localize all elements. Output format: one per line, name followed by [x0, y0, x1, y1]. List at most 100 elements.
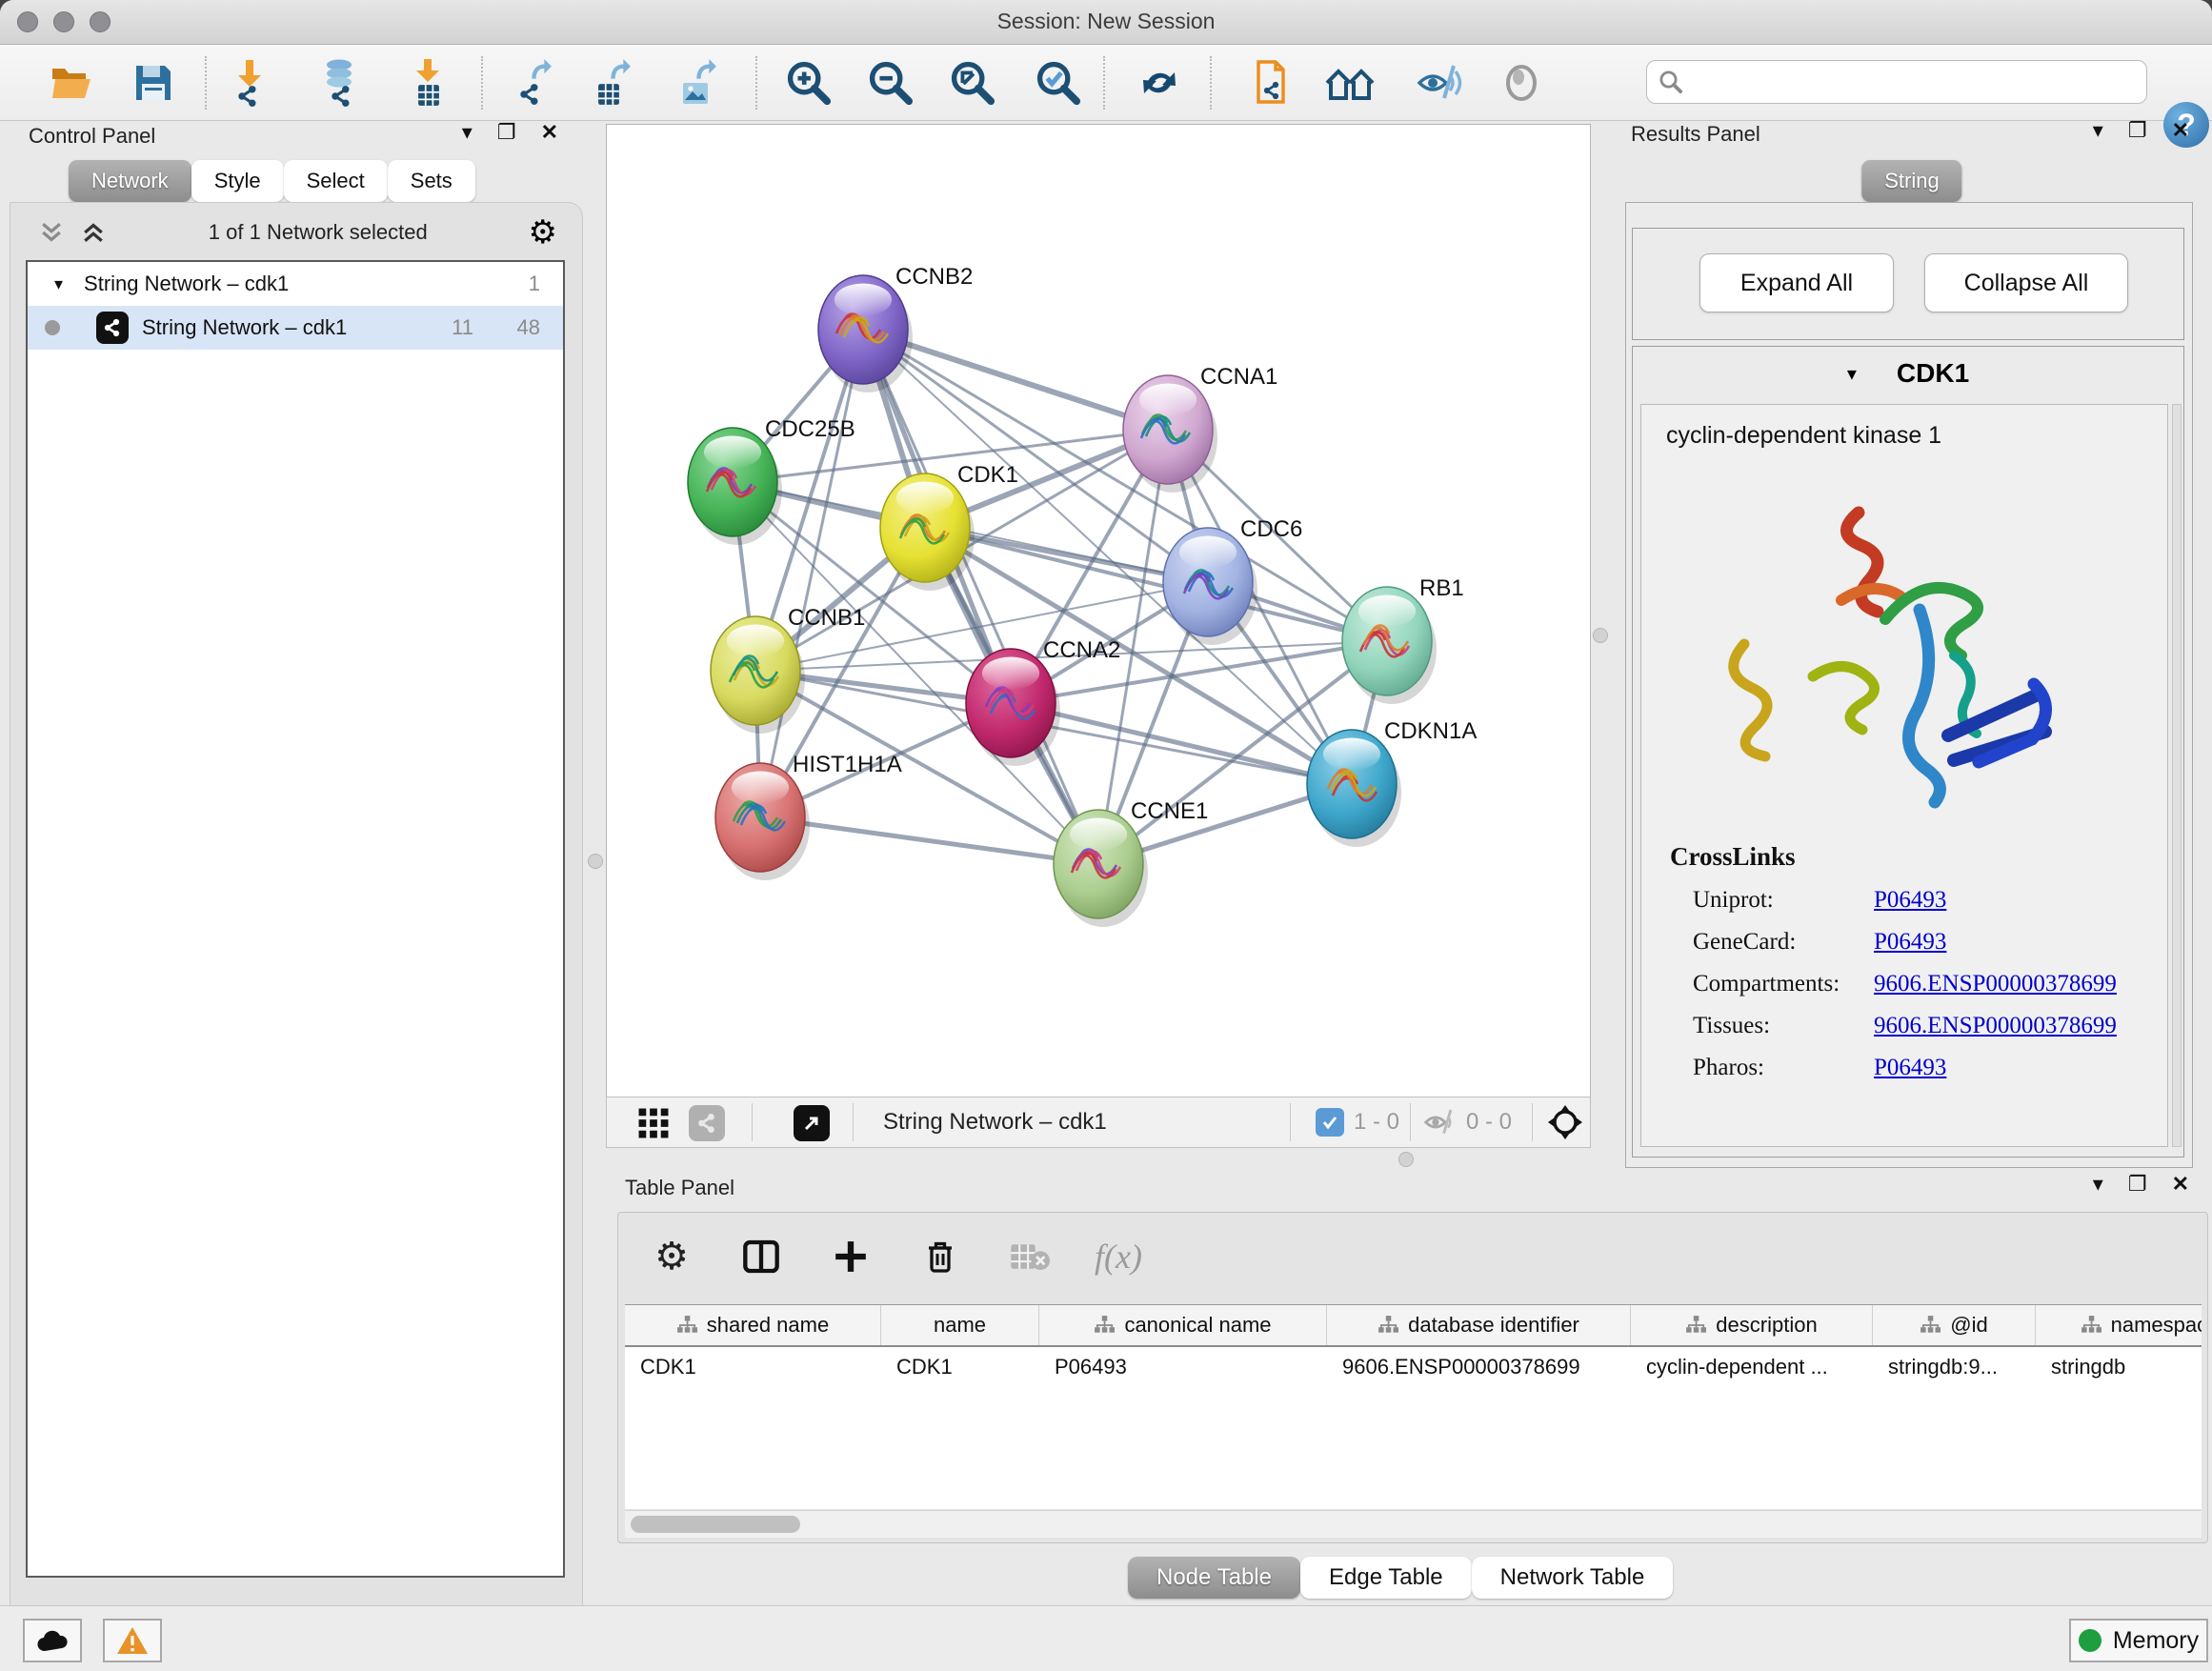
panel-float-icon[interactable]: ❐	[2128, 120, 2147, 141]
network-node-HIST1H1A[interactable]: HIST1H1A	[715, 752, 902, 880]
table-cell[interactable]: stringdb:9...	[1873, 1347, 2036, 1387]
column-header-database-identifier[interactable]: database identifier	[1327, 1305, 1631, 1345]
table-cell[interactable]: CDK1	[625, 1347, 881, 1387]
hide-selected-eye-slash-button[interactable]	[1413, 58, 1466, 108]
tab-style[interactable]: Style	[191, 160, 284, 202]
open-session-button[interactable]	[45, 58, 98, 108]
tab-string[interactable]: String	[1861, 160, 1961, 202]
tab-select[interactable]: Select	[284, 160, 388, 202]
network-graph[interactable]: CCNB2CCNA1CDC25BCDK1CDC6RB1CCNB1CCNA2CDK…	[607, 125, 1590, 1097]
expand-all-button[interactable]: Expand All	[1699, 253, 1894, 312]
tab-node-table[interactable]: Node Table	[1128, 1557, 1300, 1599]
home-networks-button[interactable]	[1323, 58, 1377, 108]
open-network-document-button[interactable]	[1241, 58, 1295, 108]
tab-network-table[interactable]: Network Table	[1472, 1557, 1674, 1599]
collapse-triangle-icon[interactable]: ▾	[1847, 362, 1857, 386]
string-view-icon[interactable]	[689, 1105, 725, 1141]
import-table-from-file-button[interactable]	[401, 58, 454, 108]
zoom-out-button[interactable]	[864, 58, 917, 108]
column-header--id[interactable]: @id	[1873, 1305, 2036, 1345]
column-header-shared-name[interactable]: shared name	[625, 1305, 881, 1345]
export-table-button[interactable]	[586, 58, 639, 108]
tab-edge-table[interactable]: Edge Table	[1300, 1557, 1472, 1599]
network-node-CCNA1[interactable]: CCNA1	[1123, 364, 1277, 493]
network-node-CCNE1[interactable]: CCNE1	[1054, 798, 1208, 927]
warnings-button[interactable]	[103, 1619, 162, 1662]
vertical-splitter-handle[interactable]	[1593, 628, 1608, 643]
crosslink-row: Pharos:P06493	[1693, 1055, 2167, 1081]
column-header-name[interactable]: name	[881, 1305, 1039, 1345]
column-header-namespace[interactable]: namespace	[2036, 1305, 2202, 1345]
network-node-RB1[interactable]: RB1	[1342, 575, 1464, 704]
export-image-button[interactable]	[672, 58, 725, 108]
import-network-from-database-button[interactable]	[312, 58, 366, 108]
table-cell[interactable]: cyclin-dependent ...	[1631, 1347, 1873, 1387]
network-edge-HIST1H1A-CCNE1[interactable]	[760, 817, 1098, 864]
save-session-button[interactable]	[127, 58, 180, 108]
panel-float-icon[interactable]: ❐	[497, 122, 516, 143]
panel-close-icon[interactable]: ✕	[541, 122, 558, 143]
crosslink-link[interactable]: P06493	[1874, 929, 1946, 956]
zoom-selected-button[interactable]	[1032, 58, 1085, 108]
memory-button[interactable]: Memory	[2069, 1619, 2208, 1662]
show-all-eye-button[interactable]	[1495, 58, 1548, 108]
panel-menu-icon[interactable]: ▾	[2093, 120, 2103, 141]
birds-eye-navigator-icon[interactable]	[1546, 1103, 1584, 1141]
zoom-in-button[interactable]	[782, 58, 835, 108]
network-canvas[interactable]: CCNB2CCNA1CDC25BCDK1CDC6RB1CCNB1CCNA2CDK…	[606, 124, 1591, 1097]
export-network-button[interactable]	[507, 58, 560, 108]
panel-close-icon[interactable]: ✕	[2172, 120, 2189, 141]
node-table[interactable]: shared namenamecanonical namedatabase id…	[625, 1304, 2202, 1509]
network-node-CDKN1A[interactable]: CDKN1A	[1307, 718, 1477, 847]
gear-icon[interactable]: ⚙	[529, 216, 557, 249]
crosslink-link[interactable]: 9606.ENSP00000378699	[1874, 1013, 2117, 1039]
add-column-icon[interactable]	[826, 1238, 875, 1275]
apply-preferred-layout-button[interactable]	[1133, 58, 1186, 108]
grid-view-icon[interactable]	[637, 1107, 670, 1139]
tab-sets[interactable]: Sets	[388, 160, 475, 202]
vertical-splitter-handle[interactable]	[588, 854, 603, 869]
node-result-header[interactable]: ▾ CDK1	[1633, 347, 2183, 400]
table-cell[interactable]: CDK1	[881, 1347, 1039, 1387]
table-cell[interactable]: 9606.ENSP00000378699	[1327, 1347, 1631, 1387]
delete-table-icon	[1005, 1240, 1055, 1273]
crosslink-link[interactable]: P06493	[1874, 887, 1946, 914]
column-header-canonical-name[interactable]: canonical name	[1039, 1305, 1327, 1345]
collapse-all-chevron-icon[interactable]	[37, 218, 66, 247]
tab-network[interactable]: Network	[69, 160, 191, 202]
cloud-button[interactable]	[23, 1619, 82, 1662]
horizontal-splitter-handle[interactable]	[1398, 1152, 1414, 1167]
crosslink-label: Pharos:	[1693, 1055, 1874, 1081]
panel-float-icon[interactable]: ❐	[2128, 1174, 2147, 1195]
network-node-CCNB2[interactable]: CCNB2	[818, 264, 973, 393]
scrollbar-thumb[interactable]	[631, 1516, 800, 1533]
manage-columns-icon[interactable]	[736, 1238, 786, 1276]
zoom-fit-content-button[interactable]	[946, 58, 999, 108]
table-horizontal-scrollbar[interactable]	[625, 1510, 2202, 1538]
delete-column-trash-icon[interactable]	[915, 1238, 965, 1276]
table-cell[interactable]: stringdb	[2036, 1347, 2202, 1387]
selected-checkbox-icon[interactable]	[1316, 1108, 1344, 1137]
import-network-from-file-button[interactable]	[223, 58, 276, 108]
search-input[interactable]	[1693, 69, 2135, 95]
network-collection-row[interactable]: ▾ String Network – cdk1 1	[28, 262, 563, 306]
network-row-selected[interactable]: String Network – cdk1 11 48	[28, 306, 563, 350]
panel-menu-icon[interactable]: ▾	[462, 122, 473, 143]
column-header-description[interactable]: description	[1631, 1305, 1873, 1345]
open-view-in-window-icon[interactable]	[794, 1105, 830, 1141]
collapse-all-button[interactable]: Collapse All	[1924, 253, 2128, 312]
results-scrollbar[interactable]	[2172, 404, 2182, 1147]
panel-menu-icon[interactable]: ▾	[2093, 1174, 2103, 1195]
network-node-CCNA2[interactable]: CCNA2	[966, 637, 1120, 766]
table-cell[interactable]: P06493	[1039, 1347, 1327, 1387]
table-gear-icon[interactable]: ⚙	[647, 1238, 696, 1276]
panel-close-icon[interactable]: ✕	[2172, 1174, 2189, 1195]
expand-all-chevron-icon[interactable]	[79, 218, 108, 247]
crosslink-link[interactable]: 9606.ENSP00000378699	[1874, 971, 2117, 997]
crosslink-link[interactable]: P06493	[1874, 1055, 1946, 1081]
disclosure-triangle-icon[interactable]: ▾	[54, 274, 63, 294]
network-node-CDC6[interactable]: CDC6	[1163, 516, 1302, 645]
network-edge-CCNB2-CCNE1[interactable]	[863, 330, 1098, 864]
table-row[interactable]: CDK1CDK1P064939606.ENSP00000378699cyclin…	[625, 1347, 2202, 1387]
network-node-CCNB1[interactable]: CCNB1	[711, 605, 865, 734]
